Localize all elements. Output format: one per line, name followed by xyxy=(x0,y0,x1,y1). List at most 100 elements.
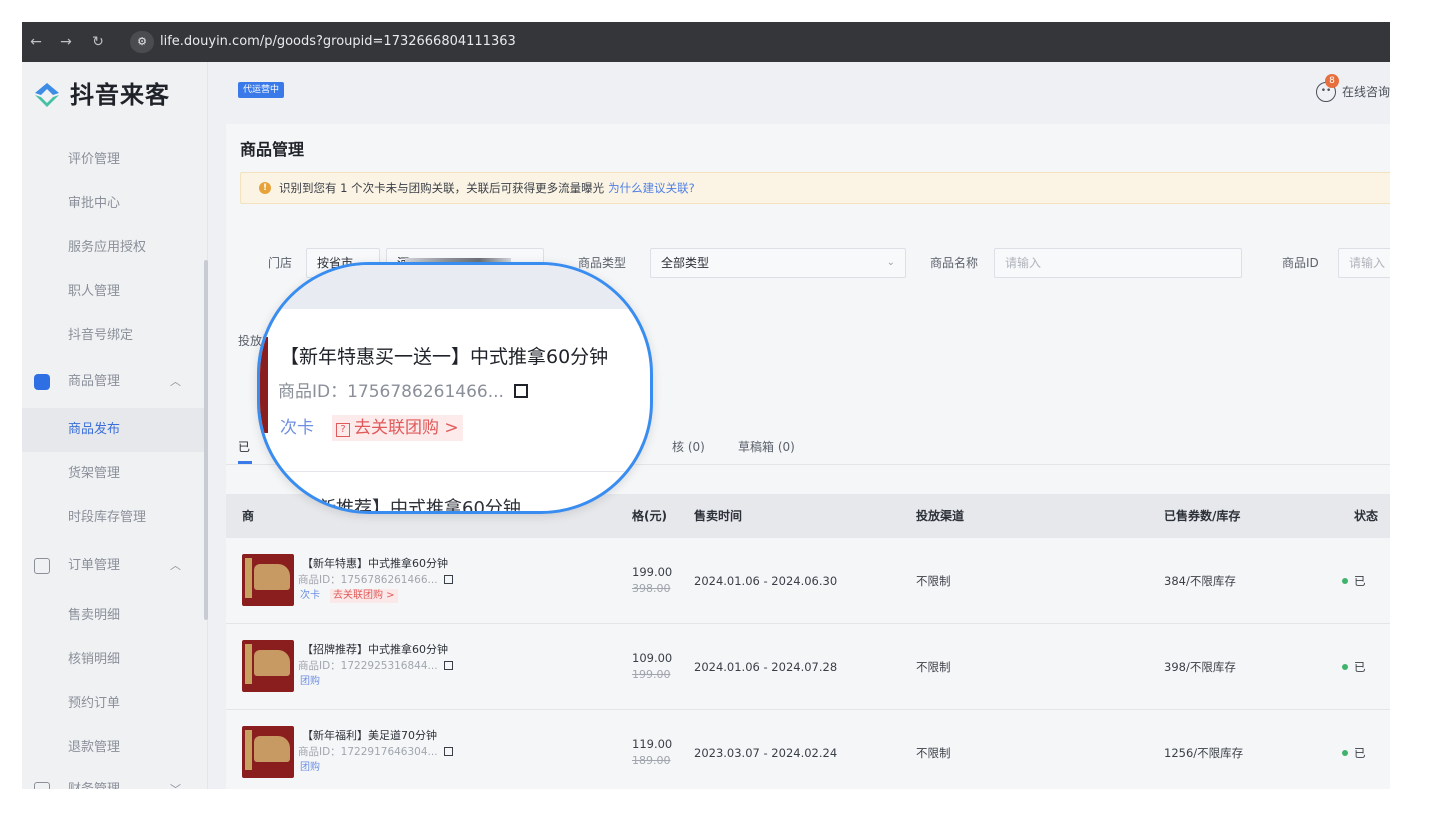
channel: 不限制 xyxy=(916,746,951,760)
product-type-tag: 团购 xyxy=(300,762,320,773)
sidebar-group-orders[interactable]: 订单管理 ︿ xyxy=(22,544,208,588)
sidebar-item-refund[interactable]: 退款管理 xyxy=(22,726,208,770)
product-id: 商品ID：1722917646304... xyxy=(298,744,453,760)
col-price: 格(元) xyxy=(632,509,667,523)
notice-link[interactable]: 为什么建议关联? xyxy=(608,181,695,195)
address-bar[interactable]: life.douyin.com/p/goods?groupid=17326668… xyxy=(160,33,516,51)
sale-period: 2024.01.06 - 2024.07.28 xyxy=(694,660,838,674)
clipboard-icon xyxy=(34,558,50,574)
channel: 不限制 xyxy=(916,660,951,674)
col-stock: 已售券数/库存 xyxy=(1164,509,1241,523)
id-label: 商品ID xyxy=(1282,256,1319,270)
link-groupbuy-button[interactable]: 去关联团购 > xyxy=(330,589,398,603)
sale-price: 119.00 xyxy=(632,737,673,751)
tab-drafts[interactable]: 草稿箱 (0) xyxy=(738,438,795,456)
zoom-header-strip xyxy=(260,265,650,309)
notice-banner: ! 识别到您有 1 个次卡未与团购关联，关联后可获得更多流量曝光 为什么建议关联? xyxy=(240,172,1390,204)
chevron-down-icon: ﹀ xyxy=(170,768,181,789)
sidebar-item-service-auth[interactable]: 服务应用授权 xyxy=(22,226,208,270)
sidebar-item-sales[interactable]: 售卖明细 xyxy=(22,594,208,638)
sidebar-group-label: 商品管理 xyxy=(68,374,121,389)
tab-published[interactable]: 已 xyxy=(238,438,250,456)
product-type-tag: 次卡 xyxy=(300,590,320,601)
product-thumbnail xyxy=(242,640,294,692)
chevron-up-icon: ︿ xyxy=(170,559,181,572)
sidebar-group-label: 财务管理 xyxy=(68,768,120,789)
copy-icon[interactable] xyxy=(443,661,453,670)
product-id: 商品ID：1756786261466... xyxy=(298,572,453,588)
consult-label: 在线咨询 xyxy=(1342,85,1390,99)
product-name[interactable]: 【新年福利】美足道70分钟 xyxy=(302,728,437,744)
sidebar-item-booking[interactable]: 预约订单 xyxy=(22,682,208,726)
sidebar-item-label: 售卖明细 xyxy=(68,608,121,623)
sidebar-item-label: 核销明细 xyxy=(68,652,121,667)
warning-icon: ! xyxy=(259,182,271,194)
status-text: 已 xyxy=(1354,574,1366,588)
id-input[interactable]: 请输入 xyxy=(1338,248,1390,278)
original-price: 189.00 xyxy=(632,754,671,767)
sidebar-group-goods[interactable]: 商品管理 ︿ xyxy=(22,360,208,404)
sidebar-item-shelf[interactable]: 货架管理 xyxy=(22,452,208,496)
sidebar-item-label: 抖音号绑定 xyxy=(68,328,134,343)
tab-review[interactable]: 核 (0) xyxy=(672,438,705,456)
copy-icon[interactable] xyxy=(443,575,453,584)
type-select[interactable]: 全部类型 ⌄ xyxy=(650,248,906,278)
goods-icon xyxy=(34,374,50,390)
id-placeholder: 请输入 xyxy=(1349,256,1386,270)
sidebar-item-approval[interactable]: 审批中心 xyxy=(22,182,208,226)
sidebar-item-label: 时段库存管理 xyxy=(68,510,147,525)
status-text: 已 xyxy=(1354,660,1366,674)
sidebar-group-finance[interactable]: 财务管理 ﹀ xyxy=(22,768,208,789)
chevron-up-icon: ︿ xyxy=(170,375,181,388)
col-product: 商 xyxy=(242,509,255,523)
zoom-thumbnail-edge xyxy=(260,337,268,433)
stock: 384/不限库存 xyxy=(1164,574,1236,588)
zoom-product-name: 【新年特惠买一送一】中式推拿60分钟 xyxy=(280,346,609,368)
type-value: 全部类型 xyxy=(661,256,710,270)
copy-icon xyxy=(513,384,528,398)
zoom-callout: 【新年特惠买一送一】中式推拿60分钟 商品ID：1756786261466...… xyxy=(257,262,653,514)
back-icon[interactable]: ← xyxy=(26,32,46,52)
sidebar-item-label: 服务应用授权 xyxy=(68,240,147,255)
status-badge: 代运营中 xyxy=(238,82,285,98)
brand-logo-icon xyxy=(35,83,59,107)
sidebar-item-douyin-bind[interactable]: 抖音号绑定 xyxy=(22,314,208,358)
status-dot-icon xyxy=(1342,750,1348,756)
zoom-partial-row-text: 新推荐】中式推拿60分钟 xyxy=(318,498,521,514)
product-name[interactable]: 【招牌推荐】中式推拿60分钟 xyxy=(302,642,448,658)
product-name[interactable]: 【新年特惠】中式推拿60分钟 xyxy=(302,556,448,572)
product-id-text: 商品ID：1722925316844... xyxy=(298,660,438,672)
sidebar-item-label: 退款管理 xyxy=(68,740,121,755)
zoom-type-tag: 次卡 xyxy=(280,418,314,438)
sidebar-item-time-stock[interactable]: 时段库存管理 xyxy=(22,496,208,540)
zoom-link-groupbuy: ? 去关联团购 > xyxy=(332,415,463,441)
zoom-link-groupbuy-text: 去关联团购 > xyxy=(354,418,459,438)
name-input[interactable]: 请输入 xyxy=(994,248,1242,278)
browser-toolbar: ← → ↻ ⚙ life.douyin.com/p/goods?groupid=… xyxy=(22,22,1390,62)
notification-count: 8 xyxy=(1325,74,1339,88)
sidebar-group-label: 订单管理 xyxy=(68,558,121,573)
sidebar-item-review[interactable]: 评价管理 xyxy=(22,138,208,182)
product-id: 商品ID：1722925316844... xyxy=(298,658,453,674)
product-thumbnail xyxy=(242,554,294,606)
sidebar-item-staff[interactable]: 职人管理 xyxy=(22,270,208,314)
product-id-text: 商品ID：1722917646304... xyxy=(298,746,438,758)
sidebar-item-label: 评价管理 xyxy=(68,152,121,167)
stock: 1256/不限库存 xyxy=(1164,746,1244,760)
copy-icon[interactable] xyxy=(443,747,453,756)
screenshot-frame: ← → ↻ ⚙ life.douyin.com/p/goods?groupid=… xyxy=(22,22,1390,789)
site-info-icon[interactable]: ⚙ xyxy=(130,31,154,53)
original-price: 398.00 xyxy=(632,582,671,595)
reload-icon[interactable]: ↻ xyxy=(88,32,108,52)
sidebar: 抖音来客 评价管理 审批中心 服务应用授权 职人管理 抖音号绑定 商品管理 ︿ … xyxy=(22,62,208,789)
channel: 不限制 xyxy=(916,574,951,588)
finance-icon xyxy=(34,782,50,789)
forward-icon[interactable]: → xyxy=(56,32,76,52)
sidebar-item-label: 职人管理 xyxy=(68,284,121,299)
brand-name[interactable]: 抖音来客 xyxy=(70,78,170,112)
sale-period: 2023.03.07 - 2024.02.24 xyxy=(694,746,838,760)
col-status: 状态 xyxy=(1354,509,1379,523)
chevron-down-icon: ⌄ xyxy=(886,257,895,268)
sidebar-item-goods-publish[interactable]: 商品发布 xyxy=(22,408,208,452)
sidebar-item-redeem[interactable]: 核销明细 xyxy=(22,638,208,682)
